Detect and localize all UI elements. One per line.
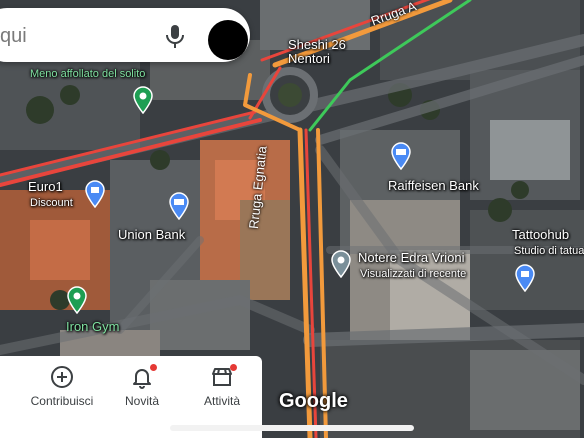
place-energy-gym-subtitle: Meno affollato del solito	[30, 68, 146, 80]
place-euro1-name: Euro1	[28, 179, 63, 194]
nav-contribute[interactable]: Contribuisci	[22, 356, 102, 416]
nav-activities[interactable]: Attività	[182, 356, 262, 416]
nav-news[interactable]: Novità	[102, 356, 182, 416]
pin-energy-gym[interactable]	[132, 86, 154, 114]
place-iron-gym: Iron Gym	[66, 319, 120, 334]
microphone-icon[interactable]	[163, 23, 187, 49]
home-indicator[interactable]	[170, 425, 414, 431]
place-raiffeisen: Raiffeisen Bank	[388, 178, 479, 193]
pin-iron-gym[interactable]	[66, 286, 88, 314]
nav-activities-label: Attività	[203, 394, 240, 408]
notification-dot	[230, 364, 237, 371]
pin-tattoohub[interactable]	[514, 264, 536, 292]
search-bar[interactable]: qui	[0, 8, 250, 62]
pin-euro1[interactable]	[84, 180, 106, 208]
search-input[interactable]: qui	[0, 25, 27, 48]
place-union-bank: Union Bank	[118, 227, 186, 242]
nav-news-label: Novità	[124, 394, 159, 408]
place-sheshi-label: Sheshi 26 Nentori	[288, 37, 346, 67]
pin-notere-edra[interactable]	[330, 250, 352, 278]
nav-contribute-label: Contribuisci	[30, 394, 94, 408]
google-logo: Google	[279, 390, 348, 412]
place-tattoohub-subtitle: Studio di tatua	[514, 245, 584, 257]
place-euro1-subtitle: Discount	[30, 197, 73, 209]
place-notere-edra-name: Notere Edra Vrioni	[358, 250, 465, 265]
pin-union-bank[interactable]	[168, 192, 190, 220]
place-tattoohub-name: Tattoohub	[512, 227, 570, 242]
pin-raiffeisen[interactable]	[390, 142, 412, 170]
place-notere-edra-subtitle: Visualizzati di recente	[360, 268, 467, 280]
avatar[interactable]	[208, 20, 248, 60]
plus-circle-icon	[51, 366, 73, 388]
notification-dot	[150, 364, 157, 371]
